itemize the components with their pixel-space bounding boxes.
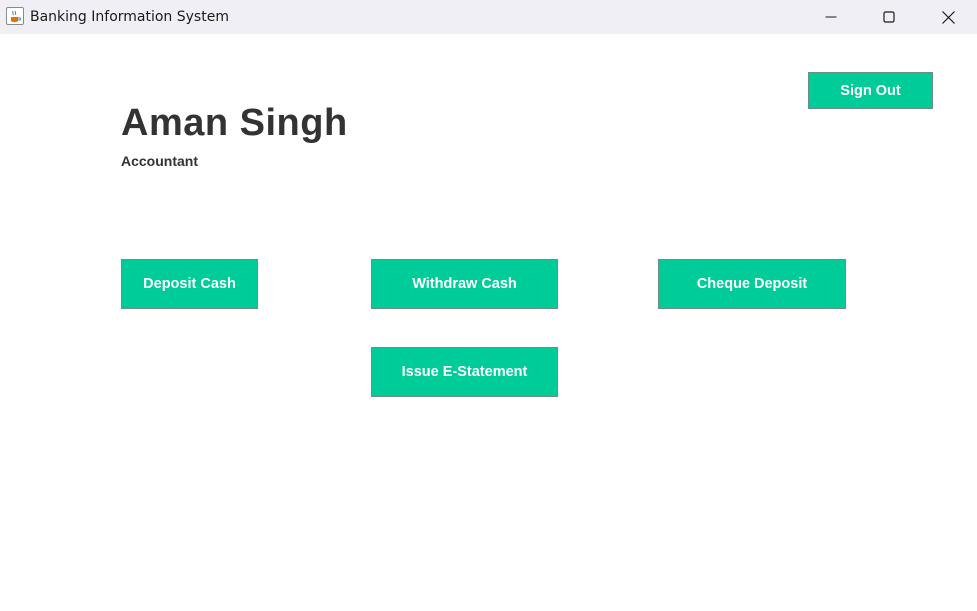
java-cup-icon (6, 7, 24, 25)
app-window: Banking Information System Sign Out Aman… (0, 0, 977, 611)
minimize-icon (825, 16, 837, 18)
maximize-icon (883, 11, 895, 23)
minimize-button[interactable] (802, 0, 860, 34)
cheque-deposit-button[interactable]: Cheque Deposit (658, 259, 846, 309)
close-icon (941, 10, 955, 24)
window-title: Banking Information System (30, 9, 229, 25)
withdraw-cash-button[interactable]: Withdraw Cash (371, 259, 558, 309)
close-button[interactable] (919, 0, 977, 34)
user-role: Accountant (121, 153, 198, 169)
sign-out-button[interactable]: Sign Out (808, 72, 933, 109)
maximize-button[interactable] (860, 0, 918, 34)
deposit-cash-button[interactable]: Deposit Cash (121, 259, 258, 309)
user-name: Aman Singh (121, 102, 348, 144)
issue-e-statement-button[interactable]: Issue E-Statement (371, 347, 558, 397)
title-bar[interactable]: Banking Information System (0, 0, 977, 34)
